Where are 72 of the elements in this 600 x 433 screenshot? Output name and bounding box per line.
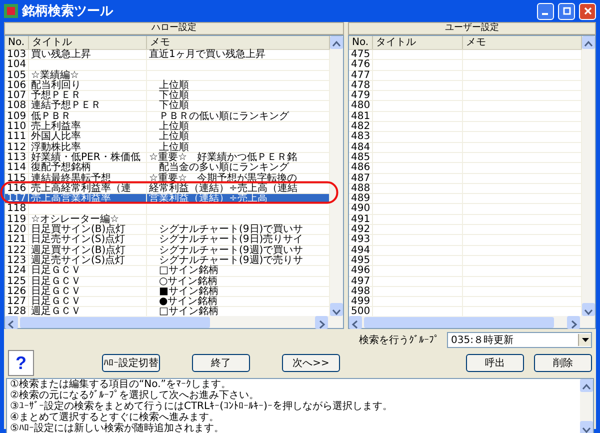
list-row[interactable]: 108 連結予想ＰＥＲ 下位順 [5, 101, 330, 112]
list-row[interactable]: 490 [349, 204, 582, 215]
list-row[interactable]: 111 外国人比率 上位順 [5, 132, 330, 143]
group-dropdown[interactable]: 035:８時更新 [447, 332, 592, 348]
list-row[interactable]: 118 [5, 204, 330, 215]
help-line: ④まとめて選択するとすぐに検索へ進みます。 [9, 412, 220, 423]
dialog-button[interactable]: 削除 [534, 354, 592, 372]
dialog-button[interactable]: 終了 [192, 354, 250, 372]
dialog-button[interactable]: 呼出 [466, 354, 524, 372]
horizontal-scrollbar[interactable] [5, 316, 343, 328]
column-header[interactable]: タイトル [373, 36, 463, 49]
help-line: ②検索の元になるｸﾞﾙｰﾌﾟを選択して次へお進み下さい。 [9, 390, 260, 401]
help-line: ③ﾕｰｻﾞｰ設定の検索をまとめて行うにはCTRLｷｰ(ｺﾝﾄﾛｰﾙｷｰ)ｰを押しながら選択します。 [9, 401, 394, 412]
list-row[interactable]: 480 [349, 101, 582, 112]
list-row[interactable]: 479 [349, 91, 582, 102]
list-row[interactable]: 487 [349, 174, 582, 184]
list-row[interactable]: 489 [349, 194, 582, 204]
list-row[interactable]: 122 週足買サイン(B)点灯 シグナルチャート(9週)で買いサ [5, 246, 330, 256]
list-row[interactable]: 498 [349, 286, 582, 298]
window-title: 銘柄検索ツール [22, 2, 114, 20]
horizontal-scrollbar[interactable] [349, 316, 595, 328]
column-header[interactable]: タイトル [29, 36, 147, 49]
help-button[interactable]: ? [8, 350, 34, 376]
list-row[interactable]: 476 [349, 60, 582, 71]
panel-header: ハロー設定 [4, 22, 344, 35]
list-row[interactable]: 499 [349, 297, 582, 308]
vertical-scrollbar[interactable] [582, 36, 595, 316]
vertical-scrollbar[interactable] [580, 379, 593, 433]
list-row[interactable]: 492 [349, 225, 582, 236]
dialog-button[interactable]: ﾊﾛｰ設定切替 [102, 354, 160, 372]
list-row[interactable]: 488 [349, 184, 582, 194]
list-row[interactable]: 121 日足売サイン(S)点灯 シグナルチャート(9日)売りサイ [5, 235, 330, 246]
maximize-icon [562, 7, 570, 15]
app-icon [4, 4, 18, 18]
list-row[interactable]: 116 売上高経常利益率（連 経常利益（連結）÷売上高（連結 [5, 184, 330, 194]
list-row[interactable]: 483 [349, 132, 582, 143]
list-row[interactable]: 128 週足ＧＣＶ □サイン銘柄 [5, 307, 330, 316]
column-header[interactable]: No. [5, 36, 29, 49]
group-label: 検索を行うｸﾞﾙｰﾌﾟ [359, 334, 439, 347]
column-header[interactable]: No. [349, 36, 373, 49]
list-row[interactable]: 481 [349, 112, 582, 122]
list-row[interactable]: 114 復配予想銘柄 配当金の多い順にランキング [5, 163, 330, 174]
list-row[interactable]: 112 浮動株比率 上位順 [5, 142, 330, 153]
minimize-button[interactable] [537, 2, 554, 20]
list-row[interactable]: 484 [349, 142, 582, 153]
list-row[interactable]: 125 日足ＧＣＶ ○サイン銘柄 [5, 276, 330, 287]
list-row[interactable]: 497 [349, 276, 582, 287]
list-row[interactable]: 494 [349, 246, 582, 256]
list-row[interactable]: 491 [349, 214, 582, 226]
list-row[interactable]: 124 日足ＧＣＶ □サイン銘柄 [5, 266, 330, 277]
dialog-button[interactable]: 次へ>> [282, 354, 340, 372]
list-row[interactable]: 496 [349, 266, 582, 277]
list-row[interactable]: 500 [349, 307, 582, 316]
list-row[interactable]: 482 [349, 122, 582, 132]
close-icon [584, 7, 592, 15]
list-row[interactable]: 477 [349, 70, 582, 81]
list-row[interactable]: 475 [349, 50, 582, 60]
list-row[interactable]: 105 ☆業績編☆ [5, 70, 330, 81]
maximize-button[interactable] [558, 2, 575, 20]
list-row[interactable]: 495 [349, 256, 582, 266]
list-row[interactable]: 486 [349, 163, 582, 174]
help-line: ①検索または編集する項目の“No.”をﾏｰｸします。 [9, 379, 232, 390]
list-row[interactable]: 493 [349, 235, 582, 246]
caret-icon [582, 338, 588, 342]
list-row[interactable]: 485 [349, 152, 582, 164]
list-row[interactable]: 103 買い残急上昇 直近1ヶ月で買い残急上昇 [5, 50, 330, 60]
close-button[interactable] [579, 2, 596, 20]
list-row[interactable]: 104 [5, 60, 330, 71]
help-line: ⑤ﾊﾛｰ設定には新しい検索が随時追加されます。 [9, 423, 225, 433]
vertical-scrollbar[interactable] [330, 36, 343, 316]
panel-header: ユーザー設定 [348, 22, 596, 35]
list-row[interactable]: 478 [349, 80, 582, 92]
